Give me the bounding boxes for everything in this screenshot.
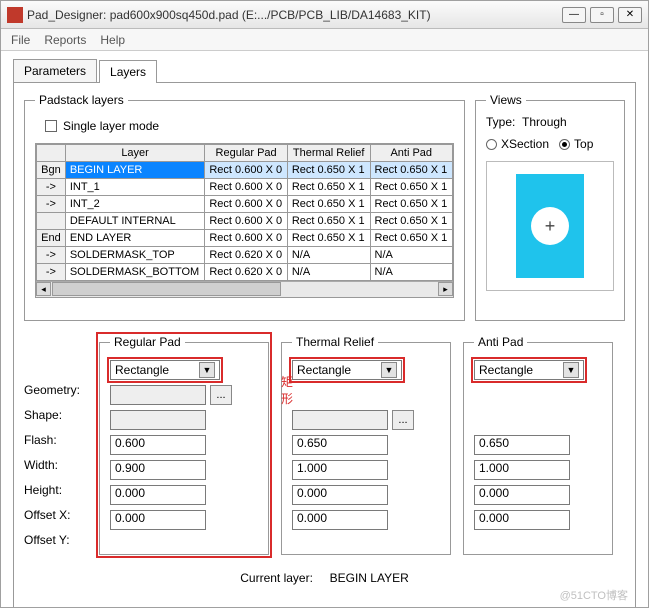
thermal-offx-input[interactable]: 0.000 [292, 485, 388, 505]
current-layer: Current layer: BEGIN LAYER [24, 571, 625, 585]
anti-geometry-combo[interactable]: Rectangle▼ [474, 360, 584, 380]
maximize-button[interactable]: ▫ [590, 7, 614, 23]
regular-pad-group: Regular Pad Rectangle▼ ... 0.600 0.900 0… [99, 335, 269, 555]
anti-height-input[interactable]: 1.000 [474, 460, 570, 480]
scroll-thumb[interactable] [52, 282, 281, 296]
regular-shape-browse[interactable]: ... [210, 385, 232, 405]
label-geometry: Geometry: [24, 377, 99, 402]
radio-top[interactable] [559, 139, 570, 150]
layers-table[interactable]: Layer Regular Pad Thermal Relief Anti Pa… [35, 143, 454, 298]
app-icon [7, 7, 23, 23]
thermal-width-input[interactable]: 0.650 [292, 435, 388, 455]
regular-geometry-combo[interactable]: Rectangle▼ [110, 360, 220, 380]
padstack-legend: Padstack layers [35, 93, 128, 107]
close-button[interactable]: ✕ [618, 7, 642, 23]
single-layer-checkbox[interactable] [45, 120, 57, 132]
regular-height-input[interactable]: 0.900 [110, 460, 206, 480]
anti-width-input[interactable]: 0.650 [474, 435, 570, 455]
views-type-value: Through [522, 115, 567, 129]
thermal-offy-input[interactable]: 0.000 [292, 510, 388, 530]
radio-xsection[interactable] [486, 139, 497, 150]
regular-flash-input[interactable] [110, 410, 206, 430]
content-area: Parameters Layers Padstack layers Single… [1, 51, 648, 607]
regular-pad-legend: Regular Pad [110, 335, 185, 349]
single-layer-label: Single layer mode [63, 119, 159, 133]
thermal-relief-group: Thermal Relief Rectangle▼ ... 0.650 1.00… [281, 335, 451, 555]
annotation-rectangle-cn: 矩形 [281, 373, 293, 407]
pad-shape: + [516, 174, 584, 278]
field-labels: Geometry: Shape: Flash: Width: Height: O… [24, 335, 99, 555]
col-blank [37, 145, 66, 162]
col-layer[interactable]: Layer [65, 145, 205, 162]
origin-icon: + [531, 207, 569, 245]
anti-offx-input[interactable]: 0.000 [474, 485, 570, 505]
minimize-button[interactable]: — [562, 7, 586, 23]
table-row[interactable]: EndEND LAYERRect 0.600 X 0Rect 0.650 X 1… [37, 230, 453, 247]
regular-width-input[interactable]: 0.600 [110, 435, 206, 455]
views-legend: Views [486, 93, 526, 107]
menu-reports[interactable]: Reports [44, 33, 86, 47]
thermal-geometry-combo[interactable]: Rectangle▼ [292, 360, 402, 380]
thermal-height-input[interactable]: 1.000 [292, 460, 388, 480]
titlebar: Pad_Designer: pad600x900sq450d.pad (E:..… [1, 1, 648, 29]
anti-pad-group: Anti Pad Rectangle▼ 0.650 1.000 0.000 0.… [463, 335, 613, 555]
pad-preview: + [486, 161, 614, 291]
table-row[interactable]: ->SOLDERMASK_TOPRect 0.620 X 0N/AN/A [37, 247, 453, 264]
tab-layers[interactable]: Layers [99, 60, 157, 83]
col-anti-pad[interactable]: Anti Pad [370, 145, 452, 162]
label-flash: Flash: [24, 427, 99, 452]
views-type-label: Type: [486, 115, 515, 129]
main-window: Pad_Designer: pad600x900sq450d.pad (E:..… [0, 0, 649, 608]
table-row[interactable]: ->INT_1Rect 0.600 X 0Rect 0.650 X 1Rect … [37, 179, 453, 196]
anti-offy-input[interactable]: 0.000 [474, 510, 570, 530]
table-h-scrollbar[interactable]: ◂ ▸ [36, 281, 453, 297]
tab-parameters[interactable]: Parameters [13, 59, 97, 82]
col-regular-pad[interactable]: Regular Pad [205, 145, 287, 162]
window-title: Pad_Designer: pad600x900sq450d.pad (E:..… [27, 8, 562, 22]
label-offx: Offset X: [24, 502, 99, 527]
table-row[interactable]: ->SOLDERMASK_BOTTOMRect 0.620 X 0N/AN/A [37, 264, 453, 281]
label-shape: Shape: [24, 402, 99, 427]
chevron-down-icon[interactable]: ▼ [199, 362, 215, 378]
scroll-left-icon[interactable]: ◂ [36, 282, 51, 296]
watermark: @51CTO博客 [560, 587, 628, 603]
regular-offy-input[interactable]: 0.000 [110, 510, 206, 530]
tab-body: Padstack layers Single layer mode Layer … [13, 82, 636, 607]
thermal-relief-legend: Thermal Relief [292, 335, 378, 349]
label-offy: Offset Y: [24, 527, 99, 552]
regular-shape-input[interactable] [110, 385, 206, 405]
table-row[interactable]: ->INT_2Rect 0.600 X 0Rect 0.650 X 1Rect … [37, 196, 453, 213]
label-height: Height: [24, 477, 99, 502]
menu-help[interactable]: Help [100, 33, 125, 47]
menubar: File Reports Help [1, 29, 648, 51]
anti-pad-legend: Anti Pad [474, 335, 527, 349]
table-row[interactable]: BgnBEGIN LAYERRect 0.600 X 0Rect 0.650 X… [37, 162, 453, 179]
chevron-down-icon[interactable]: ▼ [381, 362, 397, 378]
padstack-layers-group: Padstack layers Single layer mode Layer … [24, 93, 465, 321]
thermal-flash-input[interactable] [292, 410, 388, 430]
scroll-right-icon[interactable]: ▸ [438, 282, 453, 296]
thermal-flash-browse[interactable]: ... [392, 410, 414, 430]
chevron-down-icon[interactable]: ▼ [563, 362, 579, 378]
views-group: Views Type: Through XSection Top + [475, 93, 625, 321]
col-thermal-relief[interactable]: Thermal Relief [287, 145, 370, 162]
regular-offx-input[interactable]: 0.000 [110, 485, 206, 505]
menu-file[interactable]: File [11, 33, 30, 47]
table-row[interactable]: DEFAULT INTERNALRect 0.600 X 0Rect 0.650… [37, 213, 453, 230]
label-width: Width: [24, 452, 99, 477]
